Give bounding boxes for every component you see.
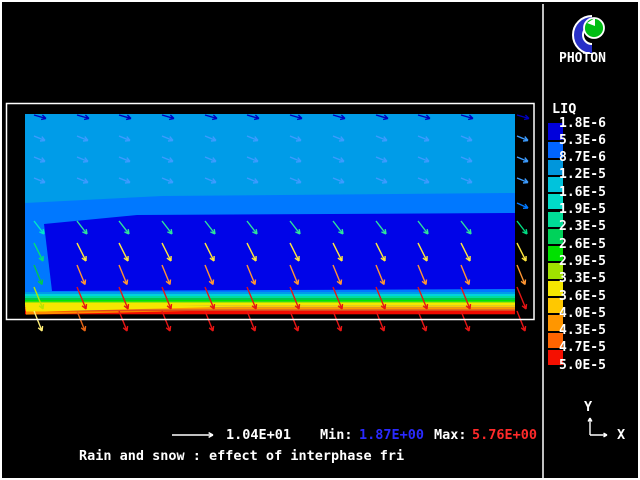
- legend-value: 5.0E-5: [559, 359, 606, 372]
- legend-value: 3.6E-5: [559, 290, 606, 303]
- legend-value: 3.3E-5: [559, 272, 606, 285]
- band-azure: [25, 292, 515, 294]
- legend-value: 1.9E-5: [559, 203, 606, 216]
- min-value: 1.87E+00: [359, 428, 424, 442]
- legend-value: 1.8E-6: [559, 117, 606, 130]
- max-value: 5.76E+00: [472, 428, 537, 442]
- photon-swirl-icon: [568, 14, 608, 54]
- legend-value: 2.3E-5: [559, 220, 606, 233]
- min-label: Min:: [320, 428, 353, 442]
- legend-value: 4.7E-5: [559, 341, 606, 354]
- legend-value: 8.7E-6: [559, 151, 606, 164]
- legend-value: 4.3E-5: [559, 324, 606, 337]
- max-label: Max:: [434, 428, 467, 442]
- legend-value: 2.9E-5: [559, 255, 606, 268]
- band-brightgreen: [25, 300, 515, 302]
- legend-value: 5.3E-6: [559, 134, 606, 147]
- legend-title: LIQ: [552, 101, 576, 117]
- photon-logo-label: PHOTON: [559, 51, 606, 66]
- plot-caption: Rain and snow : effect of interphase fri: [79, 449, 404, 463]
- y-axis-label: Y: [584, 400, 592, 414]
- x-axis-label: X: [617, 428, 625, 442]
- band-cyan: [25, 294, 515, 296]
- contour-vector-plot: [2, 2, 640, 480]
- legend-value: 4.0E-5: [559, 307, 606, 320]
- vector-scale-value: 1.04E+01: [226, 428, 291, 442]
- band-green: [25, 298, 515, 300]
- band-teal: [25, 296, 515, 298]
- band-chartreuse: [25, 302, 515, 303]
- legend-value: 1.6E-5: [559, 186, 606, 199]
- legend-value: 1.2E-5: [559, 168, 606, 181]
- photon-window: PHOTON LIQ 1.8E-6 5.3E-6 8.7E-6 1.2E-5 1.6E-…: [0, 0, 640, 480]
- dark-blue-region: [44, 213, 515, 291]
- legend-value: 2.6E-5: [559, 238, 606, 251]
